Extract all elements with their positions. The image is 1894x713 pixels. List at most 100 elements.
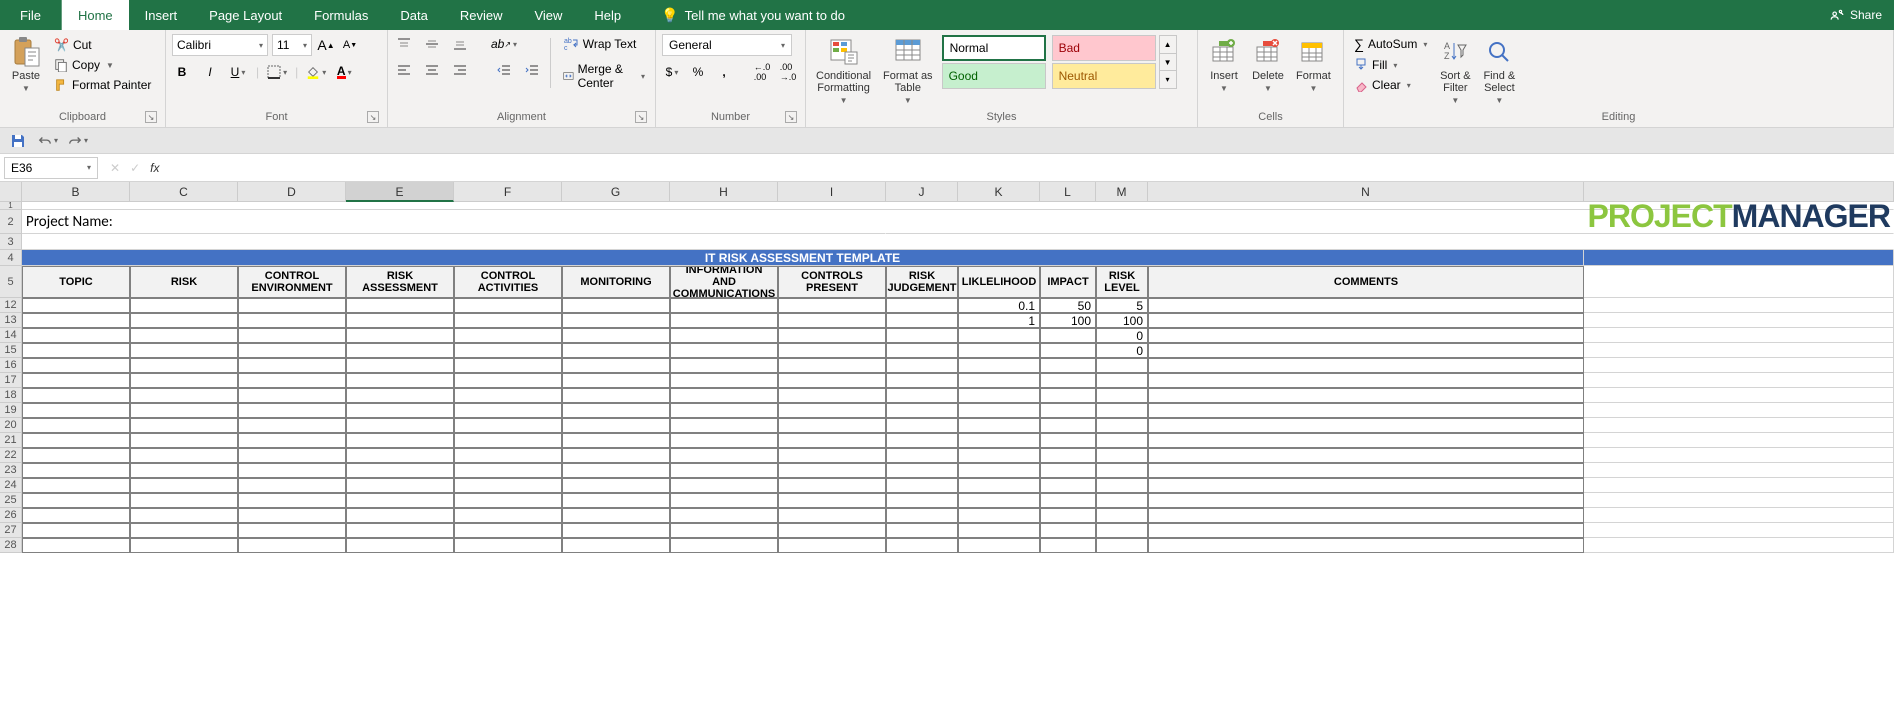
cell-K19[interactable] bbox=[958, 403, 1040, 418]
row-header-4[interactable]: 4 bbox=[0, 250, 22, 266]
cell[interactable] bbox=[1584, 358, 1894, 373]
cell-C24[interactable] bbox=[130, 478, 238, 493]
cell-G17[interactable] bbox=[562, 373, 670, 388]
cell[interactable] bbox=[1584, 448, 1894, 463]
cell[interactable] bbox=[1584, 523, 1894, 538]
formula-input[interactable] bbox=[167, 157, 1894, 179]
cell-N19[interactable] bbox=[1148, 403, 1584, 418]
cell-D21[interactable] bbox=[238, 433, 346, 448]
undo-button[interactable]: ▾ bbox=[38, 131, 58, 151]
cell-F21[interactable] bbox=[454, 433, 562, 448]
cell-D13[interactable] bbox=[238, 313, 346, 328]
tab-page-layout[interactable]: Page Layout bbox=[193, 0, 298, 30]
cell-G18[interactable] bbox=[562, 388, 670, 403]
cell-F25[interactable] bbox=[454, 493, 562, 508]
copy-button[interactable]: Copy ▼ bbox=[50, 56, 155, 74]
cell-H16[interactable] bbox=[670, 358, 778, 373]
align-right-button[interactable] bbox=[450, 60, 470, 80]
cell-L21[interactable] bbox=[1040, 433, 1096, 448]
cell-I28[interactable] bbox=[778, 538, 886, 553]
font-family-select[interactable]: Calibri ▾ bbox=[172, 34, 268, 56]
cell-J26[interactable] bbox=[886, 508, 958, 523]
cell-G27[interactable] bbox=[562, 523, 670, 538]
find-select-button[interactable]: Find & Select ▼ bbox=[1479, 34, 1519, 107]
cell-I13[interactable] bbox=[778, 313, 886, 328]
row-header-27[interactable]: 27 bbox=[0, 523, 22, 538]
row-header-2[interactable]: 2 bbox=[0, 210, 22, 234]
increase-decimal-button[interactable]: ←.0.00 bbox=[752, 62, 772, 82]
cell-I16[interactable] bbox=[778, 358, 886, 373]
cell-E21[interactable] bbox=[346, 433, 454, 448]
cell-H18[interactable] bbox=[670, 388, 778, 403]
cell-L17[interactable] bbox=[1040, 373, 1096, 388]
sort-filter-button[interactable]: AZ Sort & Filter ▼ bbox=[1435, 34, 1475, 107]
increase-indent-button[interactable] bbox=[522, 60, 542, 80]
cell-B13[interactable] bbox=[22, 313, 130, 328]
cell-N28[interactable] bbox=[1148, 538, 1584, 553]
cell-style-bad[interactable]: Bad bbox=[1052, 35, 1156, 61]
cell-E23[interactable] bbox=[346, 463, 454, 478]
cell-B15[interactable] bbox=[22, 343, 130, 358]
name-box[interactable]: E36 ▾ bbox=[4, 157, 98, 179]
cell-M21[interactable] bbox=[1096, 433, 1148, 448]
cell-L19[interactable] bbox=[1040, 403, 1096, 418]
cell-F22[interactable] bbox=[454, 448, 562, 463]
fill-color-button[interactable]: ▾ bbox=[306, 62, 326, 82]
decrease-indent-button[interactable] bbox=[494, 60, 514, 80]
project-name-label[interactable]: Project Name: bbox=[22, 210, 886, 234]
cell-I21[interactable] bbox=[778, 433, 886, 448]
cell-D24[interactable] bbox=[238, 478, 346, 493]
cell-L20[interactable] bbox=[1040, 418, 1096, 433]
cell-L28[interactable] bbox=[1040, 538, 1096, 553]
tab-file[interactable]: File bbox=[0, 0, 62, 30]
cell-K22[interactable] bbox=[958, 448, 1040, 463]
cell-D18[interactable] bbox=[238, 388, 346, 403]
cell-L13[interactable]: 100 bbox=[1040, 313, 1096, 328]
row-header-19[interactable]: 19 bbox=[0, 403, 22, 418]
cell-I24[interactable] bbox=[778, 478, 886, 493]
formula-cancel-button[interactable]: ✕ bbox=[110, 161, 120, 175]
cell-N17[interactable] bbox=[1148, 373, 1584, 388]
number-launcher[interactable]: ↘ bbox=[785, 111, 797, 123]
align-left-button[interactable] bbox=[394, 60, 414, 80]
autosum-button[interactable]: ∑ AutoSum ▾ bbox=[1350, 34, 1431, 54]
cell-B28[interactable] bbox=[22, 538, 130, 553]
cell-K14[interactable] bbox=[958, 328, 1040, 343]
conditional-formatting-button[interactable]: Conditional Formatting ▼ bbox=[812, 34, 875, 107]
cell-I15[interactable] bbox=[778, 343, 886, 358]
table-header-liklelihood[interactable]: LIKLELIHOOD bbox=[958, 266, 1040, 298]
cell-L26[interactable] bbox=[1040, 508, 1096, 523]
cell-D28[interactable] bbox=[238, 538, 346, 553]
cell-I14[interactable] bbox=[778, 328, 886, 343]
merge-center-button[interactable]: Merge & Center ▾ bbox=[559, 60, 649, 92]
column-header-D[interactable]: D bbox=[238, 182, 346, 202]
cell-C23[interactable] bbox=[130, 463, 238, 478]
cell-M16[interactable] bbox=[1096, 358, 1148, 373]
cell-J18[interactable] bbox=[886, 388, 958, 403]
cell[interactable] bbox=[1584, 373, 1894, 388]
cell-B12[interactable] bbox=[22, 298, 130, 313]
cell-G23[interactable] bbox=[562, 463, 670, 478]
cell-I19[interactable] bbox=[778, 403, 886, 418]
row-header-25[interactable]: 25 bbox=[0, 493, 22, 508]
cell-G12[interactable] bbox=[562, 298, 670, 313]
cell-C13[interactable] bbox=[130, 313, 238, 328]
cell-D26[interactable] bbox=[238, 508, 346, 523]
cell-K27[interactable] bbox=[958, 523, 1040, 538]
cell-I27[interactable] bbox=[778, 523, 886, 538]
cell-E27[interactable] bbox=[346, 523, 454, 538]
cell-M24[interactable] bbox=[1096, 478, 1148, 493]
cell-K24[interactable] bbox=[958, 478, 1040, 493]
cell-E13[interactable] bbox=[346, 313, 454, 328]
cell[interactable] bbox=[1584, 298, 1894, 313]
wrap-text-button[interactable]: abc Wrap Text bbox=[559, 34, 649, 54]
redo-button[interactable]: ▾ bbox=[68, 131, 88, 151]
table-header-risk-assessment[interactable]: RISK ASSESSMENT bbox=[346, 266, 454, 298]
cell-B26[interactable] bbox=[22, 508, 130, 523]
column-header-K[interactable]: K bbox=[958, 182, 1040, 202]
cell-style-normal[interactable]: Normal bbox=[942, 35, 1046, 61]
column-header-H[interactable]: H bbox=[670, 182, 778, 202]
cell-M14[interactable]: 0 bbox=[1096, 328, 1148, 343]
row-header-16[interactable]: 16 bbox=[0, 358, 22, 373]
row-header-3[interactable]: 3 bbox=[0, 234, 22, 250]
